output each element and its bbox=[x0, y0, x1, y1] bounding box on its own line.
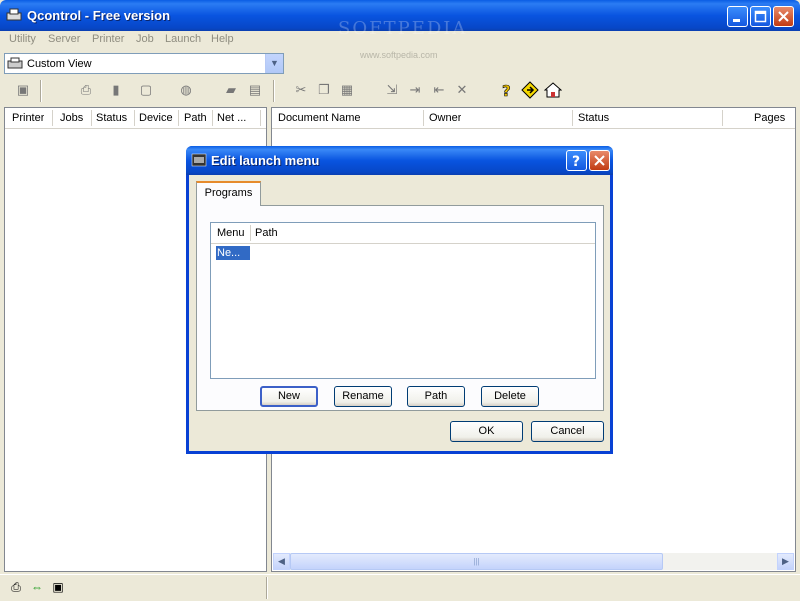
properties-icon[interactable]: ▣ bbox=[14, 81, 32, 99]
printer-icon bbox=[7, 57, 23, 69]
column-divider bbox=[212, 110, 213, 126]
column-divider bbox=[260, 110, 261, 126]
column-printer[interactable]: Printer bbox=[12, 112, 44, 124]
rename-button[interactable]: Rename bbox=[334, 386, 392, 407]
dialog-app-icon bbox=[191, 153, 207, 167]
menu-help[interactable]: Help bbox=[211, 33, 234, 45]
menu-server[interactable]: Server bbox=[48, 33, 80, 45]
new-button[interactable]: New bbox=[260, 386, 318, 407]
close-icon bbox=[594, 155, 605, 166]
frame-icon[interactable]: ▢ bbox=[137, 81, 155, 99]
programs-tab-panel: Menu Path Ne... New Rename Path Delete bbox=[196, 205, 604, 411]
svg-text:?: ? bbox=[572, 154, 580, 170]
warning-icon[interactable] bbox=[521, 81, 539, 99]
save-icon[interactable]: ▤ bbox=[246, 81, 264, 99]
app-icon bbox=[6, 8, 22, 21]
scroll-left-icon[interactable]: ◀ bbox=[273, 553, 290, 570]
chevron-down-icon[interactable]: ▼ bbox=[265, 54, 283, 73]
column-status[interactable]: Status bbox=[578, 112, 609, 124]
svg-text:?: ? bbox=[502, 82, 511, 99]
column-path[interactable]: Path bbox=[184, 112, 207, 124]
path-button[interactable]: Path bbox=[407, 386, 465, 407]
help-icon: ? bbox=[572, 154, 580, 170]
dialog-help-button[interactable]: ? bbox=[566, 150, 587, 171]
scroll-right-icon[interactable]: ▶ bbox=[777, 553, 794, 570]
home-icon[interactable] bbox=[543, 81, 563, 99]
scroll-thumb[interactable]: ||| bbox=[290, 553, 663, 570]
job-list-header: Document Name Owner Status Pages bbox=[272, 108, 795, 129]
column-net[interactable]: Net ... bbox=[217, 112, 246, 124]
dialog-title: Edit launch menu bbox=[211, 153, 320, 168]
help-icon[interactable]: ? bbox=[498, 81, 516, 101]
column-divider bbox=[572, 110, 573, 126]
delete-icon[interactable]: ✕ bbox=[453, 81, 471, 99]
column-divider bbox=[91, 110, 92, 126]
launch-menu-list[interactable]: Menu Path Ne... bbox=[210, 222, 596, 379]
column-pages[interactable]: Pages bbox=[754, 112, 785, 124]
dialog-body: Programs Menu Path Ne... New Rename Path… bbox=[189, 175, 610, 451]
column-jobs[interactable]: Jobs bbox=[60, 112, 83, 124]
toolbar-separator bbox=[40, 80, 42, 102]
job-forward-icon[interactable]: ⇥ bbox=[406, 81, 424, 99]
bin-icon[interactable]: ◍ bbox=[177, 81, 195, 99]
view-bar: Custom View ▼ bbox=[4, 53, 284, 74]
copy-icon[interactable]: ❐ bbox=[315, 81, 333, 99]
launch-menu-list-header: Menu Path bbox=[211, 223, 595, 244]
menu-launch[interactable]: Launch bbox=[165, 33, 201, 45]
column-divider bbox=[250, 225, 251, 241]
close-icon bbox=[778, 11, 789, 22]
printer-icon[interactable]: ⎙ bbox=[77, 81, 95, 99]
status-separator bbox=[266, 577, 268, 599]
view-select[interactable]: Custom View ▼ bbox=[4, 53, 284, 74]
title-bar[interactable]: Qcontrol - Free version SOFTPEDIA bbox=[0, 0, 800, 39]
connection-icon: ⇔ bbox=[31, 580, 43, 594]
ok-button[interactable]: OK bbox=[450, 421, 523, 442]
status-bar: ⎙ ⇔ ▣ bbox=[0, 574, 800, 601]
open-folder-icon[interactable]: ▰ bbox=[222, 81, 240, 99]
job-move-icon[interactable]: ⇲ bbox=[383, 81, 401, 99]
horizontal-scrollbar[interactable]: ◀ ||| ▶ bbox=[273, 553, 794, 570]
column-device[interactable]: Device bbox=[139, 112, 173, 124]
column-owner[interactable]: Owner bbox=[429, 112, 461, 124]
minimize-icon bbox=[733, 19, 740, 22]
list-item[interactable]: Ne... bbox=[215, 245, 251, 261]
dialog-close-button[interactable] bbox=[589, 150, 610, 171]
maximize-button[interactable] bbox=[750, 6, 771, 27]
device-icon[interactable]: ▮ bbox=[107, 81, 125, 99]
dialog-title-bar[interactable]: Edit launch menu ? bbox=[186, 146, 613, 175]
column-document-name[interactable]: Document Name bbox=[278, 112, 361, 124]
toolbar: ▣ ⎙ ▮ ▢ ◍ ▰ ▤ ✂ ❐ ▦ ⇲ ⇥ ⇤ ✕ ? bbox=[0, 78, 800, 104]
cancel-button[interactable]: Cancel bbox=[531, 421, 604, 442]
column-divider bbox=[423, 110, 424, 126]
printer-list-header: Printer Jobs Status Device Path Net ... bbox=[5, 108, 266, 129]
toolbar-separator bbox=[273, 80, 275, 102]
column-status[interactable]: Status bbox=[96, 112, 127, 124]
menu-printer[interactable]: Printer bbox=[92, 33, 124, 45]
close-button[interactable] bbox=[773, 6, 794, 27]
menu-utility[interactable]: Utility bbox=[9, 33, 36, 45]
minimize-button[interactable] bbox=[727, 6, 748, 27]
column-path[interactable]: Path bbox=[255, 227, 278, 239]
tab-programs[interactable]: Programs bbox=[196, 181, 261, 206]
column-divider bbox=[134, 110, 135, 126]
paste-icon[interactable]: ▦ bbox=[338, 81, 356, 99]
menu-job[interactable]: Job bbox=[136, 33, 154, 45]
edit-launch-menu-dialog: Edit launch menu ? Programs Menu Path Ne… bbox=[186, 146, 613, 454]
view-select-value: Custom View bbox=[27, 58, 92, 70]
maximize-icon bbox=[754, 10, 767, 23]
cut-icon[interactable]: ✂ bbox=[292, 81, 310, 99]
column-divider bbox=[52, 110, 53, 126]
column-menu[interactable]: Menu bbox=[217, 227, 245, 239]
printer-status-icon: ⎙ bbox=[11, 580, 21, 594]
menu-bar: Utility Server Printer Job Launch Help bbox=[0, 31, 800, 49]
watermark-url: www.softpedia.com bbox=[360, 50, 438, 60]
column-divider bbox=[722, 110, 723, 126]
properties-status-icon: ▣ bbox=[52, 580, 64, 594]
job-back-icon[interactable]: ⇤ bbox=[430, 81, 448, 99]
column-divider bbox=[178, 110, 179, 126]
delete-button[interactable]: Delete bbox=[481, 386, 539, 407]
window-title: Qcontrol - Free version bbox=[27, 8, 171, 23]
